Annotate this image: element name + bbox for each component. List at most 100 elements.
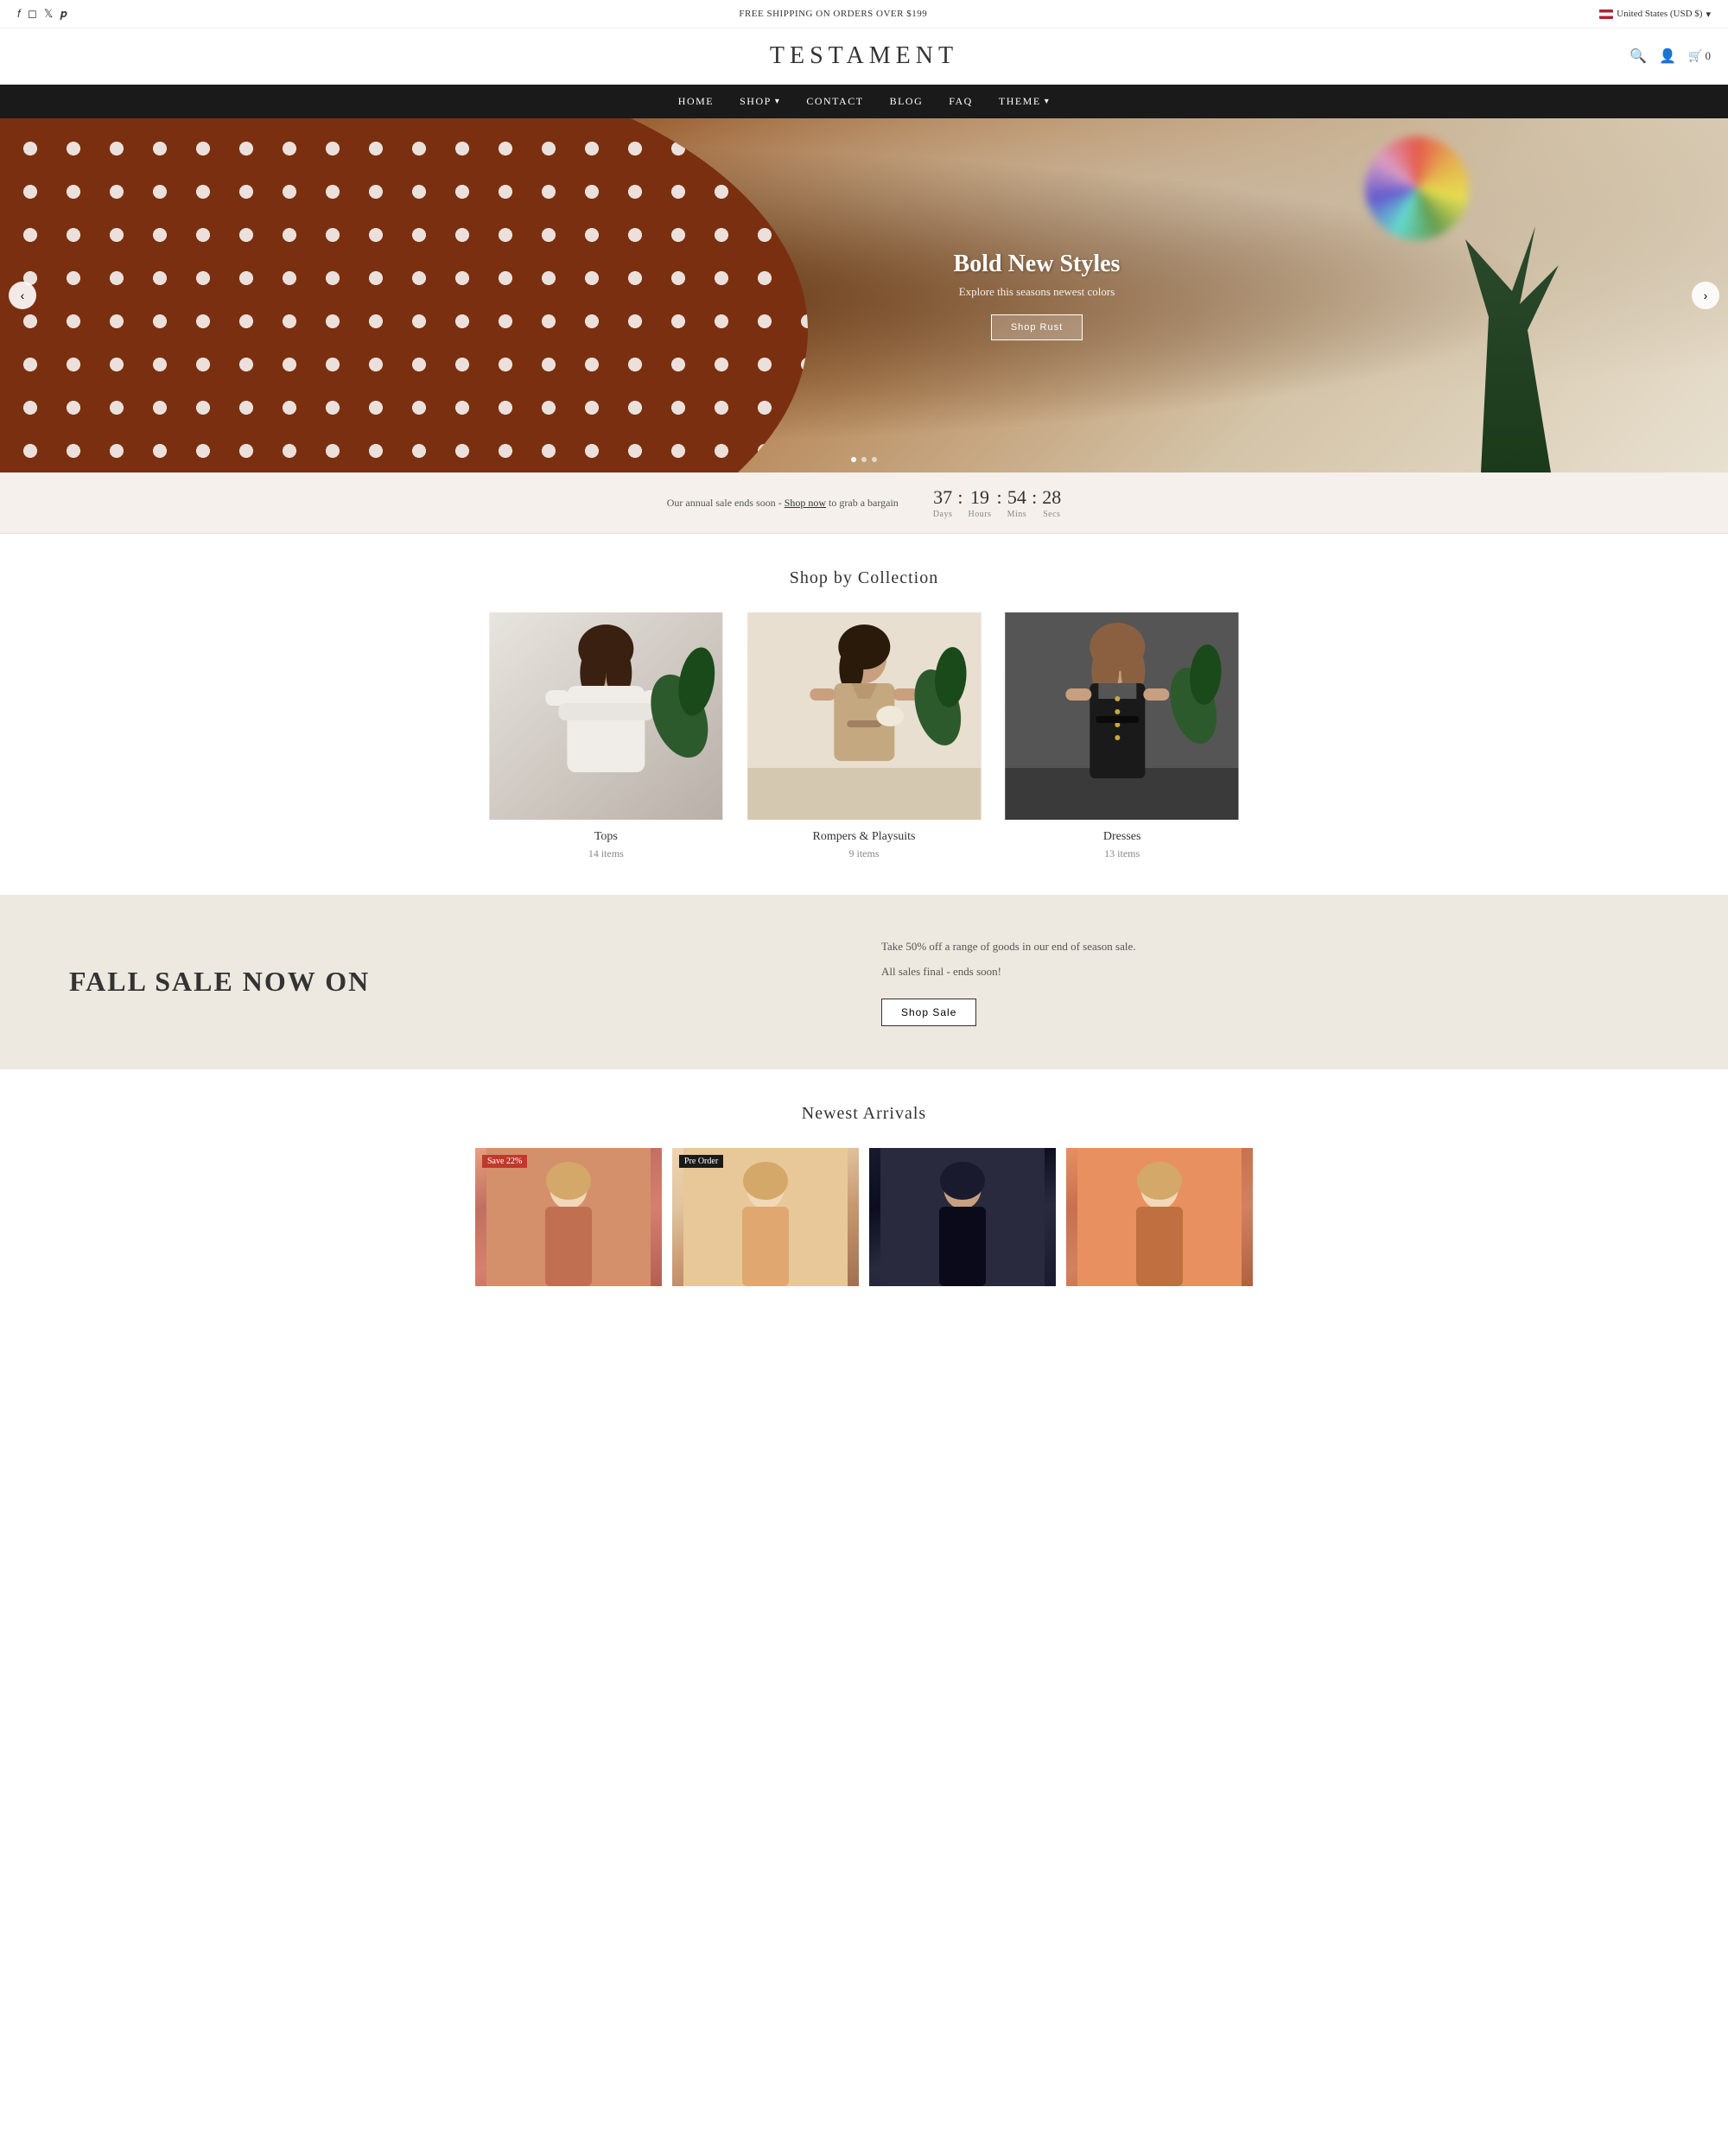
nav-home[interactable]: HOME [678,95,714,108]
arrival-item-1[interactable]: Save 22% [475,1148,662,1286]
fall-sale-button[interactable]: Shop Sale [881,999,976,1026]
countdown-link[interactable]: Shop now [785,497,826,509]
site-logo[interactable]: TESTAMENT [770,42,958,70]
countdown-sep-3: : [1026,486,1042,509]
countdown-suffix: to grab a bargain [826,497,899,509]
collection-tops-count: 14 items [484,847,728,860]
arrival-image-4 [1066,1148,1253,1286]
countdown-prefix: Our annual sale ends soon - [667,497,785,509]
countdown-mins-label: Mins [1007,510,1027,519]
region-dropdown-arrow: ▾ [1706,9,1711,20]
hero-dot-2[interactable] [861,457,867,462]
shop-dropdown-arrow: ▾ [775,97,781,106]
hero-content: Bold New Styles Explore this seasons new… [954,250,1121,340]
collection-tops-svg [484,612,728,820]
collection-rompers-name: Rompers & Playsuits [742,830,987,844]
countdown-days: 37 Days [933,486,953,518]
nav-shop-label: SHOP [740,95,772,108]
arrival-image-3 [869,1148,1056,1286]
top-bar: 𝑓 ◻ 𝕏 𝒑 FREE SHIPPING ON ORDERS OVER $19… [0,0,1728,29]
nav-theme-label: THEME [999,95,1041,108]
hero-subtitle: Explore this seasons newest colors [954,285,1121,299]
arrival-item-3[interactable] [869,1148,1056,1286]
facebook-icon[interactable]: 𝑓 [17,7,21,21]
theme-dropdown-arrow: ▾ [1045,97,1051,106]
countdown-days-value: 37 [933,486,953,509]
collection-rompers-count: 9 items [742,847,987,860]
region-label: United States (USD $) [1617,9,1702,19]
collection-dresses-name: Dresses [1000,830,1244,844]
arrivals-title: Newest Arrivals [17,1104,1711,1124]
fall-sale-banner: FALL SALE NOW ON Take 50% off a range of… [0,895,1728,1069]
header-icons: 🔍 👤 🛒 0 [1630,48,1711,65]
arrival-4-svg [1066,1148,1253,1286]
hero-prev-button[interactable]: ‹ [9,282,36,309]
collection-tops-name: Tops [484,830,728,844]
countdown-hours: 19 Hours [968,486,991,518]
region-selector[interactable]: United States (USD $) ▾ [1599,9,1711,20]
preorder-badge: Pre Order [679,1155,723,1168]
hero-dots [851,457,877,462]
arrival-1-svg [475,1148,662,1286]
cart-count: 0 [1706,49,1712,62]
nav-contact[interactable]: CONTACT [806,95,863,108]
hero-section: ‹ Bold New Styles Explore this seasons n… [0,118,1728,472]
countdown-secs-label: Secs [1042,510,1061,519]
countdown-sep-1: : [952,486,968,509]
countdown-sep-2: : [991,486,1007,509]
countdown-hours-value: 19 [968,486,991,509]
save-badge: Save 22% [482,1155,527,1168]
collection-dresses[interactable]: Dresses 13 items [1000,612,1244,860]
collection-tops-image [484,612,728,820]
pinterest-icon[interactable]: 𝒑 [60,7,67,21]
newest-arrivals-section: Newest Arrivals Save 22% Pre Order [0,1069,1728,1321]
fall-sale-title: FALL SALE NOW ON [69,966,847,998]
collection-rompers-image [742,612,987,820]
arrival-item-2[interactable]: Pre Order [672,1148,859,1286]
instagram-icon[interactable]: ◻ [28,7,37,21]
collections-title: Shop by Collection [17,568,1711,588]
arrival-3-svg [869,1148,1056,1286]
flag-icon [1599,10,1613,19]
twitter-icon[interactable]: 𝕏 [44,7,53,21]
hero-dot-3[interactable] [872,457,877,462]
collections-section: Shop by Collection [0,534,1728,895]
arrival-item-4[interactable] [1066,1148,1253,1286]
nav-blog[interactable]: BLOG [890,95,924,108]
collection-dresses-svg [1000,612,1244,820]
hero-title: Bold New Styles [954,250,1121,278]
hero-rainbow-effect [1365,136,1469,240]
shipping-notice: FREE SHIPPING ON ORDERS OVER $199 [739,9,927,19]
countdown-mins: 54 Mins [1007,486,1027,518]
countdown-timer: 37 Days : 19 Hours : 54 Mins : 28 Secs [933,486,1061,519]
collection-tops[interactable]: Tops 14 items [484,612,728,860]
nav-faq[interactable]: FAQ [949,95,973,108]
countdown-mins-value: 54 [1007,486,1027,509]
countdown-bar: Our annual sale ends soon - Shop now to … [0,472,1728,534]
nav-theme[interactable]: THEME ▾ [999,95,1050,108]
nav-shop[interactable]: SHOP ▾ [740,95,780,108]
collection-rompers-svg [742,612,987,820]
countdown-days-label: Days [933,510,953,519]
main-nav: HOME SHOP ▾ CONTACT BLOG FAQ THEME ▾ [0,85,1728,118]
arrival-image-2: Pre Order [672,1148,859,1286]
countdown-secs: 28 Secs [1042,486,1061,518]
countdown-message: Our annual sale ends soon - Shop now to … [667,497,899,510]
account-icon[interactable]: 👤 [1659,48,1676,65]
social-icons: 𝑓 ◻ 𝕏 𝒑 [17,7,67,21]
arrivals-grid: Save 22% Pre Order [475,1148,1253,1286]
fall-sale-right: Take 50% off a range of goods in our end… [881,938,1659,1026]
collection-dresses-count: 13 items [1000,847,1244,860]
collections-grid: Tops 14 items [484,612,1244,860]
arrival-2-svg [672,1148,859,1286]
hero-next-button[interactable]: › [1692,282,1719,309]
search-icon[interactable]: 🔍 [1630,48,1647,65]
fall-sale-desc-1: Take 50% off a range of goods in our end… [881,938,1659,956]
collection-rompers[interactable]: Rompers & Playsuits 9 items [742,612,987,860]
hero-cta-button[interactable]: Shop Rust [991,314,1083,340]
cart-icon[interactable]: 🛒 0 [1688,49,1711,63]
fall-sale-desc-2: All sales final - ends soon! [881,963,1659,981]
hero-dot-1[interactable] [851,457,856,462]
site-header: TESTAMENT 🔍 👤 🛒 0 [0,29,1728,85]
countdown-hours-label: Hours [968,510,991,519]
